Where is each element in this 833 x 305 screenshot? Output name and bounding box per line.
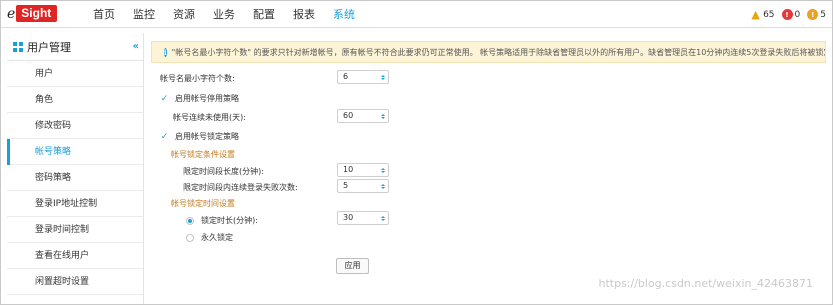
apply-button[interactable]: 应用	[336, 258, 369, 274]
unused-days-row: 帐号连续未使用(天):	[173, 112, 246, 123]
sidebar-item-online-users[interactable]: 查看在线用户	[7, 243, 143, 269]
period-label: 限定时间段长度(分钟):	[183, 167, 264, 176]
warning-count: 65	[763, 9, 775, 20]
fail-count-select[interactable]: 5	[337, 179, 389, 193]
notice-text: "帐号名最小字符个数" 的要求只针对新增帐号，原有帐号不符合此要求仍可正常使用。…	[171, 47, 826, 57]
collapse-icon[interactable]: «	[133, 41, 139, 52]
lock-policy-row: ✓ 启用帐号锁定策略	[160, 131, 239, 142]
warning-alarms[interactable]: ▲ 65	[750, 8, 775, 21]
sidebar-item-idle-timeout[interactable]: 闲置超时设置	[7, 269, 143, 295]
disable-policy-label: 启用帐号停用策略	[175, 94, 239, 103]
min-chars-label: 帐号名最小字符个数:	[160, 74, 235, 83]
lock-conditions-heading: 帐号锁定条件设置	[171, 149, 235, 160]
period-row: 限定时间段长度(分钟):	[183, 166, 264, 177]
min-chars-select[interactable]: 6	[337, 70, 389, 84]
fail-count-label: 限定时间段内连续登录失败次数:	[183, 183, 298, 192]
disable-policy-checkbox[interactable]: ✓	[160, 94, 169, 104]
alarm-status: ▲ 65 ! 0 ! 5	[743, 7, 826, 22]
critical-alarms[interactable]: ! 0	[781, 9, 801, 20]
spinner-icon	[380, 111, 385, 121]
lock-conditions-label: 帐号锁定条件设置	[171, 150, 235, 159]
permanent-lock-row: 永久锁定	[186, 232, 233, 243]
min-chars-row: 帐号名最小字符个数:	[160, 73, 235, 84]
sidebar-header: 用户管理 «	[7, 33, 143, 61]
notice-banner: i "帐号名最小字符个数" 的要求只针对新增帐号，原有帐号不符合此要求仍可正常使…	[151, 41, 826, 63]
lock-duration-value: 30	[343, 213, 354, 222]
nav-resources[interactable]: 资源	[173, 1, 195, 28]
unused-days-select[interactable]: 60	[337, 109, 389, 123]
spinner-icon	[380, 213, 385, 223]
nav-monitor[interactable]: 监控	[133, 1, 155, 28]
minor-alarm-icon: !	[807, 9, 819, 20]
spinner-icon	[380, 165, 385, 175]
sidebar-item-roles[interactable]: 角色	[7, 87, 143, 113]
nav-config[interactable]: 配置	[253, 1, 275, 28]
lock-time-heading: 帐号锁定时间设置	[171, 198, 235, 209]
warning-bell-icon: ▲	[751, 8, 760, 21]
lock-duration-select[interactable]: 30	[337, 211, 389, 225]
unused-days-label: 帐号连续未使用(天):	[173, 113, 246, 122]
permanent-lock-label: 永久锁定	[201, 233, 233, 242]
sidebar-item-password-policy[interactable]: 密码策略	[7, 165, 143, 191]
minor-alarms[interactable]: ! 5	[807, 9, 826, 20]
fail-count-value: 5	[343, 181, 349, 190]
spinner-icon	[380, 181, 385, 191]
esight-logo: e Sight	[7, 5, 58, 22]
watermark-text: https://blog.csdn.net/weixin_42463871	[598, 277, 813, 290]
lock-duration-row: 锁定时长(分钟):	[186, 215, 258, 226]
nav-business[interactable]: 业务	[213, 1, 235, 28]
sidebar-title: 用户管理	[27, 40, 71, 54]
lock-duration-radio[interactable]	[186, 216, 194, 225]
main-content: i "帐号名最小字符个数" 的要求只针对新增帐号，原有帐号不符合此要求仍可正常使…	[151, 33, 827, 303]
sidebar-item-login-time-control[interactable]: 登录时间控制	[7, 217, 143, 243]
lock-policy-label: 启用帐号锁定策略	[175, 132, 239, 141]
logo-brand: Sight	[16, 5, 58, 22]
lock-policy-checkbox[interactable]: ✓	[160, 132, 169, 142]
critical-count: 0	[794, 9, 801, 20]
spinner-icon	[380, 72, 385, 82]
sidebar-item-login-ip-control[interactable]: 登录IP地址控制	[7, 191, 143, 217]
min-chars-value: 6	[343, 72, 349, 81]
sidebar-item-users[interactable]: 用户	[7, 61, 143, 87]
sidebar-item-change-password[interactable]: 修改密码	[7, 113, 143, 139]
sidebar: 用户管理 « 用户 角色 修改密码 帐号策略 密码策略 登录IP地址控制 登录时…	[7, 33, 144, 304]
lock-duration-label: 锁定时长(分钟):	[201, 216, 258, 225]
main-nav: 首页 监控 资源 业务 配置 报表 系统	[93, 1, 373, 28]
grid-icon	[13, 41, 23, 52]
period-select[interactable]: 10	[337, 163, 389, 177]
period-value: 10	[343, 165, 354, 174]
app-window: e Sight 首页 监控 资源 业务 配置 报表 系统 ▲ 65 ! 0 ! …	[0, 0, 833, 305]
info-icon: i	[164, 47, 167, 57]
disable-policy-row: ✓ 启用帐号停用策略	[160, 93, 239, 104]
nav-home[interactable]: 首页	[93, 1, 115, 28]
top-navigation-bar: e Sight 首页 监控 资源 业务 配置 报表 系统 ▲ 65 ! 0 ! …	[1, 1, 832, 28]
sidebar-item-account-policy[interactable]: 帐号策略	[7, 139, 143, 165]
nav-reports[interactable]: 报表	[293, 1, 315, 28]
critical-alarm-icon: !	[781, 9, 793, 20]
nav-system[interactable]: 系统	[333, 1, 355, 28]
lock-time-label: 帐号锁定时间设置	[171, 199, 235, 208]
unused-days-value: 60	[343, 111, 354, 120]
minor-count: 5	[820, 9, 826, 20]
permanent-lock-radio[interactable]	[186, 233, 194, 242]
logo-prefix: e	[7, 5, 16, 22]
fail-count-row: 限定时间段内连续登录失败次数:	[183, 182, 298, 193]
